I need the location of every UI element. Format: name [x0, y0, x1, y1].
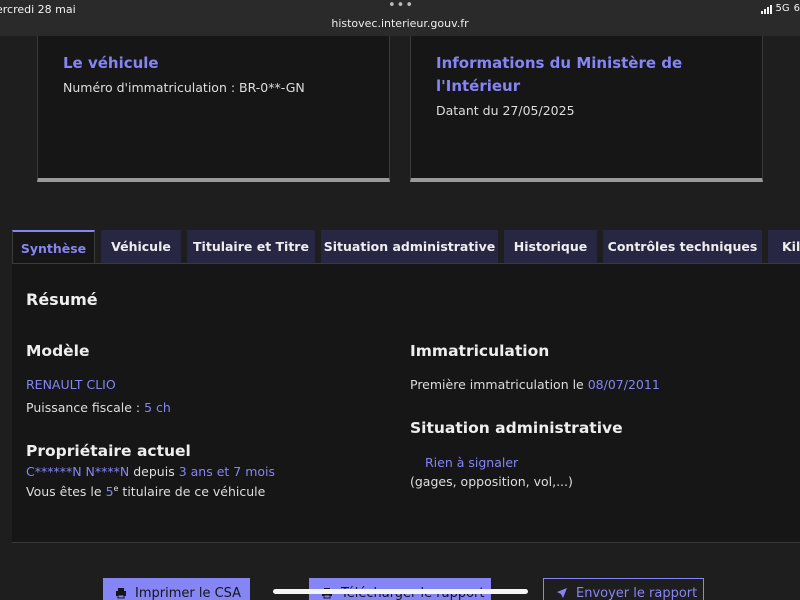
send-icon	[557, 588, 567, 598]
ministry-card: Informations du Ministère de l'Intérieur…	[410, 36, 763, 182]
admin-heading: Situation administrative	[410, 419, 623, 437]
vehicle-card-title: Le véhicule	[63, 54, 159, 72]
plate-number: Numéro d'immatriculation : BR-0**-GN	[63, 80, 305, 95]
battery-label: 6	[793, 3, 800, 14]
tab-kilometrage[interactable]: Kilo	[768, 230, 800, 263]
model-name: RENAULT CLIO	[26, 377, 116, 392]
first-registration: Première immatriculation le 08/07/2011	[410, 377, 660, 392]
tab-vehicule[interactable]: Véhicule	[101, 230, 181, 263]
summary-title: Résumé	[26, 290, 98, 309]
owner-rank-suffix: titulaire de ce véhicule	[122, 484, 266, 499]
owner-since-label: depuis	[133, 464, 175, 479]
send-report-button[interactable]: Envoyer le rapport	[543, 578, 704, 600]
first-registration-label: Première immatriculation le	[410, 377, 584, 392]
owner-rank: Vous êtes le 5e titulaire de ce véhicule	[26, 484, 265, 499]
print-csa-button[interactable]: Imprimer le CSA	[103, 578, 250, 600]
print-csa-label: Imprimer le CSA	[135, 585, 242, 600]
model-heading: Modèle	[26, 342, 90, 360]
vehicle-card: Le véhicule Numéro d'immatriculation : B…	[37, 36, 390, 182]
send-report-label: Envoyer le rapport	[576, 585, 698, 600]
owner-rank-prefix: Vous êtes le	[26, 484, 102, 499]
fiscal-power-value: 5 ch	[144, 400, 171, 415]
ministry-card-title: Informations du Ministère de l'Intérieur	[436, 54, 683, 95]
owner-heading: Propriétaire actuel	[26, 442, 191, 460]
fiscal-power: Puissance fiscale : 5 ch	[26, 400, 171, 415]
signal-icon	[760, 5, 772, 14]
admin-status: Rien à signaler	[425, 455, 519, 470]
owner-rank-sup: e	[113, 483, 119, 493]
tab-situation-administrative[interactable]: Situation administrative	[321, 230, 498, 263]
tab-controles-techniques[interactable]: Contrôles techniques	[603, 230, 762, 263]
tab-historique[interactable]: Historique	[504, 230, 597, 263]
printer-icon	[116, 588, 126, 599]
home-indicator[interactable]	[273, 589, 528, 594]
more-dots-icon[interactable]: •••	[388, 0, 414, 13]
tab-synthese[interactable]: Synthèse	[12, 230, 95, 264]
report-tabs: Synthèse Véhicule Titulaire et Titre Sit…	[0, 230, 800, 264]
first-registration-date: 08/07/2011	[587, 377, 660, 392]
browser-status-bar: ercredi 28 mai ••• histovec.interieur.go…	[0, 0, 800, 36]
network-label: 5G	[775, 3, 790, 14]
status-indicators: 5G 6	[760, 3, 800, 14]
owner-rank-number: 5	[105, 484, 114, 499]
admin-details: (gages, opposition, vol,...)	[410, 474, 573, 489]
fiscal-power-label: Puissance fiscale :	[26, 400, 141, 415]
owner-line: C******N N****N depuis 3 ans et 7 mois	[26, 464, 275, 479]
address-bar-url[interactable]: histovec.interieur.gouv.fr	[0, 17, 800, 30]
ministry-date: Datant du 27/05/2025	[436, 103, 575, 118]
owner-since-value: 3 ans et 7 mois	[178, 464, 275, 479]
tab-titulaire[interactable]: Titulaire et Titre	[187, 230, 315, 263]
registration-heading: Immatriculation	[410, 342, 550, 360]
status-date: ercredi 28 mai	[0, 3, 76, 16]
owner-name: C******N N****N	[26, 464, 130, 479]
